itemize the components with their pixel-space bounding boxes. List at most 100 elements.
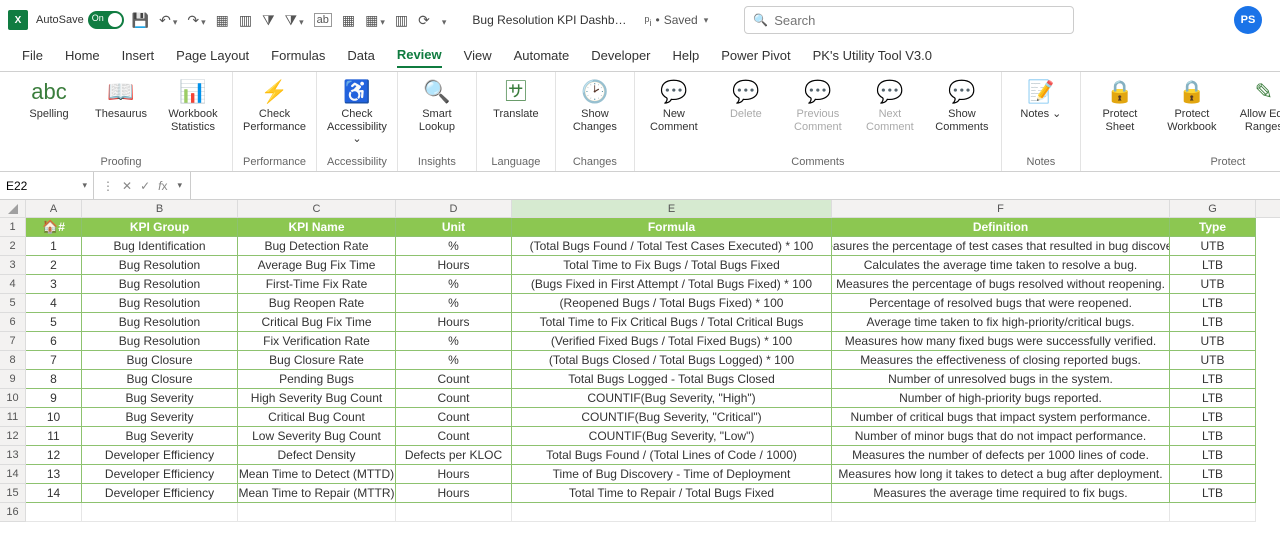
cell[interactable] — [832, 503, 1170, 522]
cell[interactable]: LTB — [1170, 389, 1256, 408]
cell[interactable]: Measures the number of defects per 1000 … — [832, 446, 1170, 465]
cell[interactable]: LTB — [1170, 484, 1256, 503]
autosave[interactable]: AutoSave On — [36, 11, 124, 29]
cell[interactable]: UTB — [1170, 351, 1256, 370]
more-icon[interactable]: ▾ — [440, 12, 447, 28]
cell[interactable]: LTB — [1170, 465, 1256, 484]
col-head-F[interactable]: F — [832, 200, 1170, 217]
protect-sheet-button[interactable]: 🔒Protect Sheet — [1091, 76, 1149, 133]
chevron-down-icon[interactable]: ▾ — [82, 180, 87, 191]
check-performance-button[interactable]: ⚡Check Performance — [245, 76, 303, 133]
autosave-toggle[interactable]: On — [88, 11, 124, 29]
cell[interactable]: Count — [396, 427, 512, 446]
row-head[interactable]: 12 — [0, 427, 26, 446]
name-box[interactable]: ▾ — [0, 172, 94, 199]
cell[interactable]: LTB — [1170, 370, 1256, 389]
cell[interactable]: Bug Resolution — [82, 294, 238, 313]
cell[interactable]: % — [396, 275, 512, 294]
cell[interactable]: (Bugs Fixed in First Attempt / Total Bug… — [512, 275, 832, 294]
cell[interactable]: 3 — [26, 275, 82, 294]
cell[interactable]: LTB — [1170, 294, 1256, 313]
col-head-A[interactable]: A — [26, 200, 82, 217]
cell[interactable]: Total Time to Repair / Total Bugs Fixed — [512, 484, 832, 503]
cell[interactable]: Mean Time to Detect (MTTD) — [238, 465, 396, 484]
tab-review[interactable]: Review — [397, 43, 442, 68]
spreadsheet-grid[interactable]: A B C D E F G 1🏠 #KPI GroupKPI NameUnitF… — [0, 200, 1280, 522]
notes-button[interactable]: 📝Notes ⌄ — [1012, 76, 1070, 121]
cell[interactable]: LTB — [1170, 446, 1256, 465]
select-all-corner[interactable] — [0, 200, 26, 217]
row-head[interactable]: 10 — [0, 389, 26, 408]
tab-home[interactable]: Home — [65, 44, 100, 67]
cell[interactable]: 🏠 # — [26, 218, 82, 237]
cell[interactable]: Formula — [512, 218, 832, 237]
tab-view[interactable]: View — [464, 44, 492, 67]
cell[interactable] — [238, 503, 396, 522]
cell[interactable]: Developer Efficiency — [82, 484, 238, 503]
cell[interactable]: Definition — [832, 218, 1170, 237]
cell[interactable]: Number of critical bugs that impact syst… — [832, 408, 1170, 427]
smart-lookup-button[interactable]: 🔍Smart Lookup — [408, 76, 466, 133]
tab-pk-s-utility-tool-v3-0[interactable]: PK's Utility Tool V3.0 — [813, 44, 932, 67]
cell[interactable]: COUNTIF(Bug Severity, "Low") — [512, 427, 832, 446]
cell[interactable]: 2 — [26, 256, 82, 275]
cell[interactable]: Number of minor bugs that do not impact … — [832, 427, 1170, 446]
row-head[interactable]: 6 — [0, 313, 26, 332]
cell[interactable]: Measures how many fixed bugs were succes… — [832, 332, 1170, 351]
cell[interactable]: 10 — [26, 408, 82, 427]
grid-icon[interactable]: ▦ — [342, 12, 355, 29]
cell[interactable]: Bug Resolution — [82, 256, 238, 275]
undo-icon[interactable]: ↶▾ — [159, 12, 177, 29]
cell[interactable]: Total Time to Fix Bugs / Total Bugs Fixe… — [512, 256, 832, 275]
row-head[interactable]: 7 — [0, 332, 26, 351]
show-changes-button[interactable]: 🕑Show Changes — [566, 76, 624, 133]
row-head[interactable]: 2 — [0, 237, 26, 256]
cell[interactable]: Hours — [396, 256, 512, 275]
filter2-icon[interactable]: ⧩▾ — [285, 12, 304, 29]
cell[interactable] — [82, 503, 238, 522]
cell[interactable]: (Verified Fixed Bugs / Total Fixed Bugs)… — [512, 332, 832, 351]
cell[interactable]: 8 — [26, 370, 82, 389]
cell[interactable]: Count — [396, 370, 512, 389]
cell[interactable]: Hours — [396, 313, 512, 332]
formula-input[interactable] — [197, 179, 1274, 193]
save-status[interactable]: ᵖᵢ • Saved▾ — [645, 13, 709, 28]
cell[interactable]: COUNTIF(Bug Severity, "High") — [512, 389, 832, 408]
row-head[interactable]: 8 — [0, 351, 26, 370]
cell[interactable]: Measures the percentage of test cases th… — [832, 237, 1170, 256]
cell[interactable]: Critical Bug Count — [238, 408, 396, 427]
pivot-icon[interactable]: ▥ — [239, 12, 252, 29]
tab-help[interactable]: Help — [673, 44, 700, 67]
cell[interactable]: Mean Time to Repair (MTTR) — [238, 484, 396, 503]
cell[interactable]: Fix Verification Rate — [238, 332, 396, 351]
fx-icon[interactable]: fx — [158, 179, 167, 193]
spelling-button[interactable]: abcSpelling — [20, 76, 78, 121]
cell[interactable]: Count — [396, 408, 512, 427]
cell[interactable]: LTB — [1170, 313, 1256, 332]
cell[interactable]: (Total Bugs Closed / Total Bugs Logged) … — [512, 351, 832, 370]
show-comments-button[interactable]: 💬Show Comments — [933, 76, 991, 133]
table-icon[interactable]: ▦ — [216, 12, 229, 29]
cell[interactable]: LTB — [1170, 427, 1256, 446]
tab-automate[interactable]: Automate — [514, 44, 570, 67]
cell[interactable]: UTB — [1170, 237, 1256, 256]
cell[interactable]: Developer Efficiency — [82, 446, 238, 465]
row-head[interactable]: 3 — [0, 256, 26, 275]
cell[interactable] — [1170, 503, 1256, 522]
col-head-B[interactable]: B — [82, 200, 238, 217]
cell[interactable]: COUNTIF(Bug Severity, "Critical") — [512, 408, 832, 427]
refresh-icon[interactable]: ⟳ — [418, 12, 430, 29]
cell[interactable]: Measures the average time required to fi… — [832, 484, 1170, 503]
cell[interactable] — [512, 503, 832, 522]
cell[interactable]: (Reopened Bugs / Total Bugs Fixed) * 100 — [512, 294, 832, 313]
tab-file[interactable]: File — [22, 44, 43, 67]
cell[interactable]: Bug Reopen Rate — [238, 294, 396, 313]
cell[interactable] — [396, 503, 512, 522]
cell[interactable]: Average Bug Fix Time — [238, 256, 396, 275]
filter-icon[interactable]: ⧩ — [262, 12, 275, 29]
enter-icon[interactable]: ✓ — [140, 179, 150, 193]
cell[interactable]: % — [396, 351, 512, 370]
check-accessibility-button[interactable]: ♿Check Accessibility ⌄ — [328, 76, 386, 146]
search-bar[interactable]: 🔍 — [744, 6, 1074, 34]
cell[interactable]: % — [396, 237, 512, 256]
